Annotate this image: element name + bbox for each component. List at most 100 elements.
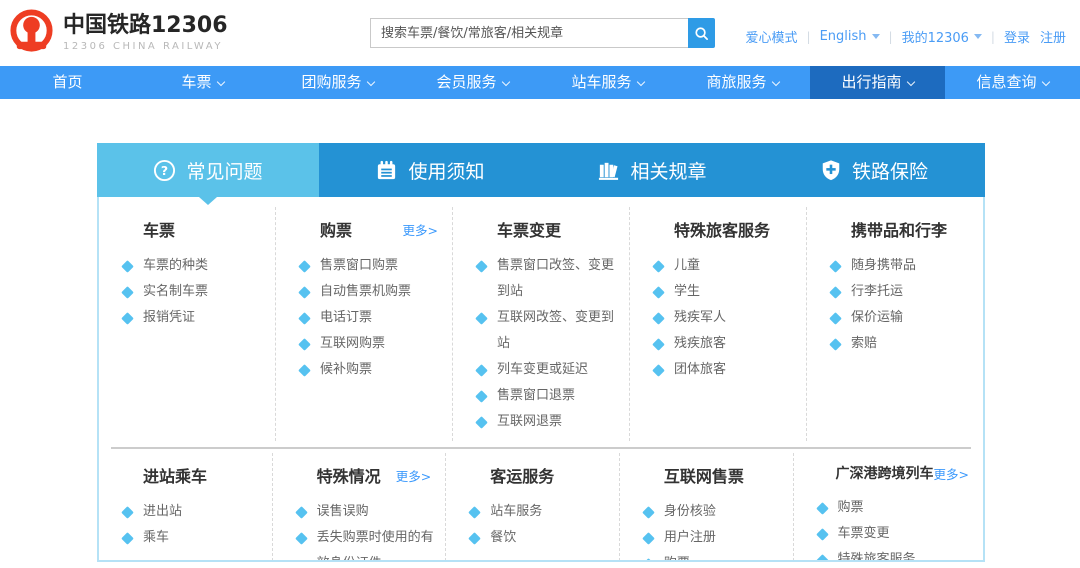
topic-item[interactable]: 报销凭证 (123, 305, 269, 331)
topic-item[interactable]: 用户注册 (644, 525, 787, 551)
topic-label: 售票窗口改签、变更到站 (497, 258, 614, 299)
topic-item[interactable]: 餐饮 (470, 525, 613, 551)
register-link[interactable]: 注册 (1040, 27, 1066, 46)
nav-item-station-services[interactable]: 站车服务 (540, 66, 675, 99)
topic-label: 用户注册 (664, 530, 716, 545)
more-link[interactable]: 更多> (403, 220, 438, 239)
sections-row-1: 车票 车票的种类 实名制车票 报销凭证 购票 更多> 售票窗口购票 自动售票机购… (99, 207, 983, 441)
language-link[interactable]: English (820, 29, 867, 44)
more-link[interactable]: 更多> (396, 466, 431, 485)
topic-item[interactable]: 候补购票 (300, 357, 446, 383)
tab-railway-insurance[interactable]: 铁路保险 (763, 143, 985, 197)
topic-item[interactable]: 列车变更或延迟 (477, 357, 623, 383)
nav-item-info-query[interactable]: 信息查询 (945, 66, 1080, 99)
site-logo[interactable]: 中国铁路12306 12306 CHINA RAILWAY (8, 9, 228, 56)
tab-common-questions[interactable]: ? 常见问题 (97, 143, 319, 197)
topic-label: 乘车 (143, 530, 169, 545)
diamond-bullet-icon (121, 532, 134, 545)
topic-item[interactable]: 进出站 (123, 499, 266, 525)
nav-label: 商旅服务 (706, 73, 766, 91)
chevron-down-icon (216, 78, 224, 86)
topic-item[interactable]: 互联网购票 (300, 331, 446, 357)
row-divider (111, 447, 971, 449)
topic-label: 互联网改签、变更到站 (497, 310, 614, 351)
nav-item-member-services[interactable]: 会员服务 (405, 66, 540, 99)
topic-item[interactable]: 自动售票机购票 (300, 279, 446, 305)
diamond-bullet-icon (829, 286, 842, 299)
top-header: 中国铁路12306 12306 CHINA RAILWAY 爱心模式 | Eng… (0, 0, 1080, 66)
nav-item-tickets[interactable]: 车票 (135, 66, 270, 99)
chevron-down-icon (872, 34, 880, 39)
topic-item[interactable]: 售票窗口购票 (300, 253, 446, 279)
topic-label: 售票窗口退票 (497, 388, 575, 403)
topic-item[interactable]: 车票的种类 (123, 253, 269, 279)
section-gzsh-crossborder-trains: 广深港跨境列车 更多> 购票 车票变更 特殊旅客服务 携带品和行李 特殊情况 (794, 453, 983, 562)
diamond-bullet-icon (642, 532, 655, 545)
topic-label: 身份核验 (664, 504, 716, 519)
topic-item[interactable]: 误售误购 (297, 499, 440, 525)
topic-item[interactable]: 索赔 (831, 331, 977, 357)
section-tickets: 车票 车票的种类 实名制车票 报销凭证 (99, 207, 276, 441)
topic-item[interactable]: 身份核验 (644, 499, 787, 525)
topic-item[interactable]: 学生 (654, 279, 800, 305)
topic-label: 丢失购票时使用的有效身份证件 (317, 530, 434, 562)
diamond-bullet-icon (121, 260, 134, 273)
topic-item[interactable]: 车票变更 (818, 521, 977, 547)
nav-item-group-services[interactable]: 团购服务 (270, 66, 405, 99)
topic-label: 随身携带品 (851, 258, 916, 273)
topic-item[interactable]: 电话订票 (300, 305, 446, 331)
nav-item-business-travel[interactable]: 商旅服务 (675, 66, 810, 99)
search-input[interactable] (370, 18, 688, 48)
topic-item[interactable]: 购票 (644, 551, 787, 562)
topic-item[interactable]: 行李托运 (831, 279, 977, 305)
topic-item[interactable]: 残疾旅客 (654, 331, 800, 357)
tab-regulations[interactable]: 相关规章 (541, 143, 763, 197)
topic-list: 误售误购 丢失购票时使用的有效身份证件 途中生病 人身伤害 遗失物品 (297, 499, 440, 562)
topic-item[interactable]: 特殊旅客服务 (818, 547, 977, 562)
topic-item[interactable]: 团体旅客 (654, 357, 800, 383)
topic-label: 行李托运 (851, 284, 903, 299)
nav-item-travel-guide[interactable]: 出行指南 (810, 66, 945, 99)
divider: | (889, 30, 893, 44)
topic-item[interactable]: 购票 (818, 495, 977, 521)
more-link[interactable]: 更多> (934, 464, 969, 483)
topic-label: 索赔 (851, 336, 877, 351)
nav-label: 会员服务 (436, 73, 496, 91)
diamond-bullet-icon (295, 532, 308, 545)
topic-list: 站车服务 餐饮 (470, 499, 613, 551)
tab-bar: ? 常见问题 使用须知 (97, 143, 985, 197)
sections-row-2: 进站乘车 进出站 乘车 特殊情况 更多> 误售误购 丢失购票时使用的有效身份证件… (99, 453, 983, 562)
topic-item[interactable]: 互联网退票 (477, 409, 623, 435)
my-12306-link[interactable]: 我的12306 (902, 27, 969, 46)
topic-label: 车票变更 (838, 526, 890, 541)
diamond-bullet-icon (475, 364, 488, 377)
diamond-bullet-icon (295, 506, 308, 519)
topic-item[interactable]: 儿童 (654, 253, 800, 279)
section-title: 车票 (143, 217, 175, 241)
search-button[interactable] (688, 18, 715, 48)
section-ticket-changes: 车票变更 售票窗口改签、变更到站 互联网改签、变更到站 列车变更或延迟 售票窗口… (453, 207, 630, 441)
topic-item[interactable]: 实名制车票 (123, 279, 269, 305)
topic-list: 随身携带品 行李托运 保价运输 索赔 (831, 253, 977, 357)
topic-item[interactable]: 站车服务 (470, 499, 613, 525)
topic-list: 售票窗口购票 自动售票机购票 电话订票 互联网购票 候补购票 (300, 253, 446, 383)
diamond-bullet-icon (652, 260, 665, 273)
svg-text:?: ? (161, 162, 168, 177)
section-title: 进站乘车 (143, 463, 207, 487)
topic-item[interactable]: 乘车 (123, 525, 266, 551)
tab-usage-notes[interactable]: 使用须知 (319, 143, 541, 197)
divider: | (991, 30, 995, 44)
topic-item[interactable]: 售票窗口退票 (477, 383, 623, 409)
care-mode-link[interactable]: 爱心模式 (746, 27, 798, 46)
topic-item[interactable]: 售票窗口改签、变更到站 (477, 253, 623, 305)
topic-item[interactable]: 互联网改签、变更到站 (477, 305, 623, 357)
topic-item[interactable]: 保价运输 (831, 305, 977, 331)
login-link[interactable]: 登录 (1004, 27, 1030, 46)
topic-item[interactable]: 残疾军人 (654, 305, 800, 331)
topic-item[interactable]: 随身携带品 (831, 253, 977, 279)
diamond-bullet-icon (829, 338, 842, 351)
section-luggage: 携带品和行李 随身携带品 行李托运 保价运输 索赔 (807, 207, 983, 441)
topic-item[interactable]: 丢失购票时使用的有效身份证件 (297, 525, 440, 562)
nav-item-home[interactable]: 首页 (0, 66, 135, 99)
topic-label: 餐饮 (490, 530, 516, 545)
